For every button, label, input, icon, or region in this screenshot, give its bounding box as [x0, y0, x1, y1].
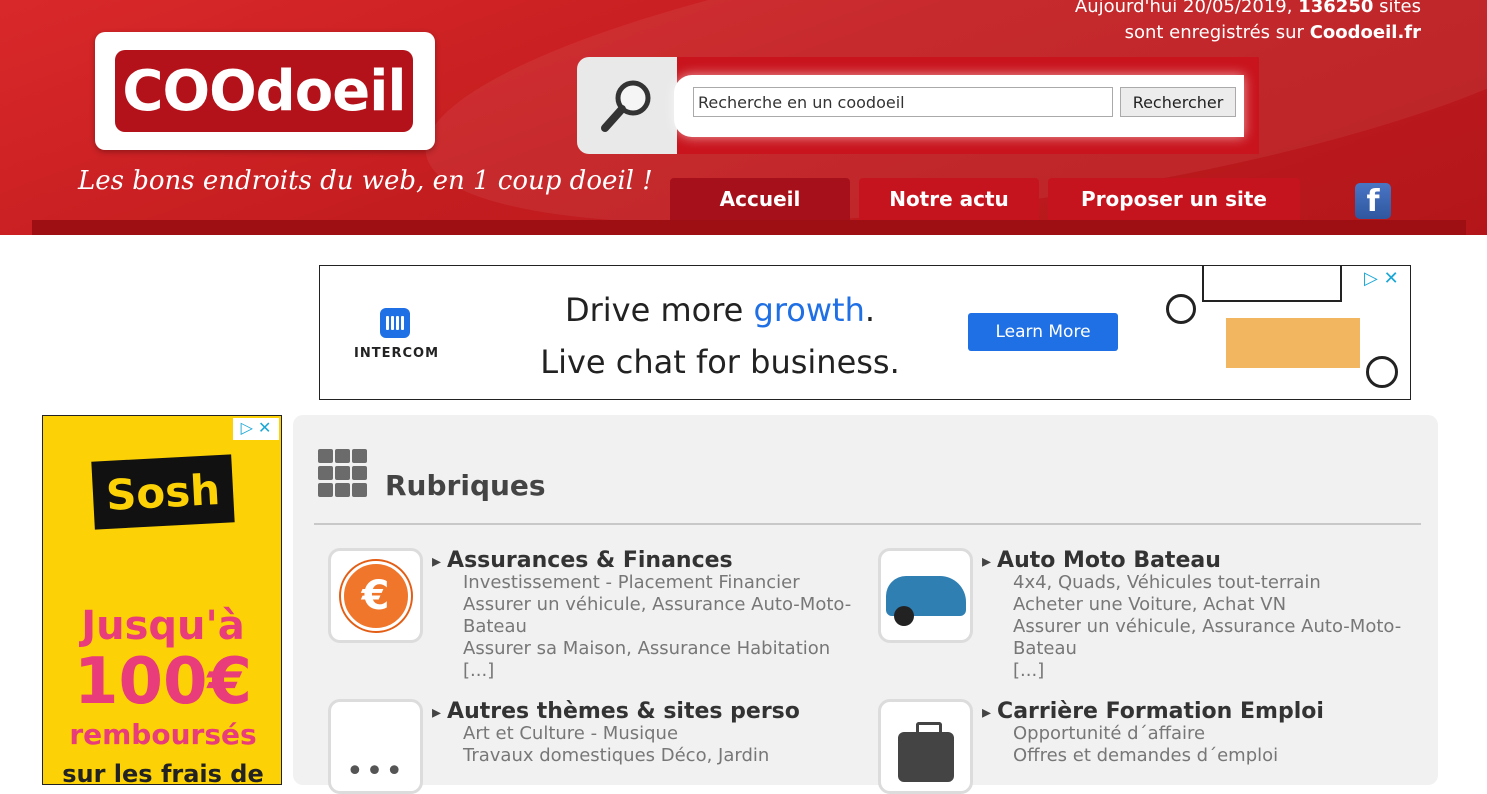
category-title[interactable]: Assurances & Finances [432, 548, 733, 573]
banner-ad[interactable]: INTERCOM Drive more growth. Live chat fo… [319, 265, 1411, 400]
euro-icon: € [340, 560, 411, 631]
category-title[interactable]: Auto Moto Bateau [982, 548, 1221, 573]
search-button[interactable]: Rechercher [1120, 87, 1236, 117]
category-thumb[interactable]: € [328, 548, 423, 643]
tagline: Les bons endroits du web, en 1 coup doei… [78, 166, 653, 196]
ad-decor-circle [1166, 294, 1196, 324]
category-thumb[interactable] [878, 699, 973, 794]
magnifier-icon [577, 57, 677, 154]
side-ad-choices-icon[interactable]: ▷ ✕ [233, 418, 279, 440]
category-subs: Investissement - Placement Financier Ass… [463, 572, 863, 682]
side-ad[interactable]: ▷ ✕ Sosh Jusqu'à 100€ remboursés sur les… [42, 415, 282, 785]
grid-icon [318, 449, 370, 501]
search-input[interactable] [693, 87, 1113, 117]
sosh-logo: Sosh [91, 454, 235, 530]
briefcase-icon [897, 721, 954, 782]
date-prefix: Aujourd'hui 20/05/2019, [1074, 0, 1293, 17]
sub-link[interactable]: Assurer un véhicule, Assurance Auto-Moto… [1013, 616, 1413, 660]
ad-avatar-icon [1366, 356, 1398, 388]
site-count: 136250 [1298, 0, 1374, 17]
car-icon [885, 575, 966, 626]
ad-orange-block [1226, 318, 1360, 368]
sub-link[interactable]: Opportunité d´affaire [1013, 723, 1413, 745]
category-thumb[interactable]: ••• [328, 699, 423, 794]
side-ad-line2: 100€ [73, 645, 253, 719]
sub-link[interactable]: Art et Culture - Musique [463, 723, 863, 745]
date-info: Aujourd'hui 20/05/2019, 136250 sites son… [1075, 0, 1421, 46]
sub-link[interactable]: Acheter une Voiture, Achat VN [1013, 594, 1413, 616]
learn-more-button[interactable]: Learn More [968, 313, 1118, 351]
side-ad-line4: sur les frais de [62, 760, 264, 785]
more-link[interactable]: [...] [463, 660, 863, 682]
ad-headline-1a: Drive more [564, 291, 754, 329]
registered-line: sont enregistrés sur [1124, 22, 1304, 43]
date-suffix: sites [1379, 0, 1421, 17]
section-title: Rubriques [385, 469, 546, 502]
category-subs: 4x4, Quads, Véhicules tout-terrain Achet… [1013, 572, 1413, 682]
intercom-logo-icon [380, 308, 410, 338]
ad-choices-icon[interactable]: ▷ ✕ [1364, 268, 1399, 289]
ad-photo-frame [1202, 266, 1342, 302]
section-divider [314, 523, 1421, 525]
category-thumb[interactable] [878, 548, 973, 643]
ad-headline-1c: . [864, 291, 876, 329]
category-title[interactable]: Carrière Formation Emploi [982, 699, 1324, 724]
ad-brand: INTERCOM [354, 346, 440, 361]
sub-link[interactable]: Assurer un véhicule, Assurance Auto-Moto… [463, 594, 863, 638]
nav-accueil[interactable]: Accueil [670, 178, 850, 220]
dots-icon: ••• [345, 754, 406, 789]
category-title[interactable]: Autres thèmes & sites perso [432, 699, 800, 724]
more-link[interactable]: [...] [1013, 660, 1413, 682]
logo-inner: COOdoeil [115, 50, 413, 132]
search-area: Rechercher [577, 57, 1259, 154]
category-subs: Opportunité d´affaire Offres et demandes… [1013, 723, 1413, 767]
sub-link[interactable]: Travaux domestiques Déco, Jardin [463, 745, 863, 767]
logo-text: COOdoeil [122, 58, 406, 124]
site-logo[interactable]: COOdoeil [95, 32, 435, 150]
sub-link[interactable]: Offres et demandes d´emploi [1013, 745, 1413, 767]
nav-proposer-site[interactable]: Proposer un site [1048, 178, 1300, 220]
ad-headline: Drive more growth. Live chat for busines… [520, 284, 920, 388]
sub-link[interactable]: Assurer sa Maison, Assurance Habitation [463, 638, 863, 660]
sub-link[interactable]: 4x4, Quads, Véhicules tout-terrain [1013, 572, 1413, 594]
site-header: Aujourd'hui 20/05/2019, 136250 sites son… [0, 0, 1487, 235]
site-name: Coodoeil.fr [1309, 22, 1421, 43]
ad-headline-2: Live chat for business. [540, 343, 900, 381]
side-ad-line1: Jusqu'à [81, 603, 245, 649]
sub-link[interactable]: Investissement - Placement Financier [463, 572, 863, 594]
nav-notre-actu[interactable]: Notre actu [859, 178, 1039, 220]
ad-headline-1b: growth [753, 291, 865, 329]
category-subs: Art et Culture - Musique Travaux domesti… [463, 723, 863, 767]
main-content: Rubriques € Assurances & Finances Invest… [293, 415, 1438, 794]
header-band [32, 220, 1466, 235]
side-ad-line3: remboursés [69, 718, 257, 751]
facebook-icon[interactable]: f [1355, 183, 1391, 219]
